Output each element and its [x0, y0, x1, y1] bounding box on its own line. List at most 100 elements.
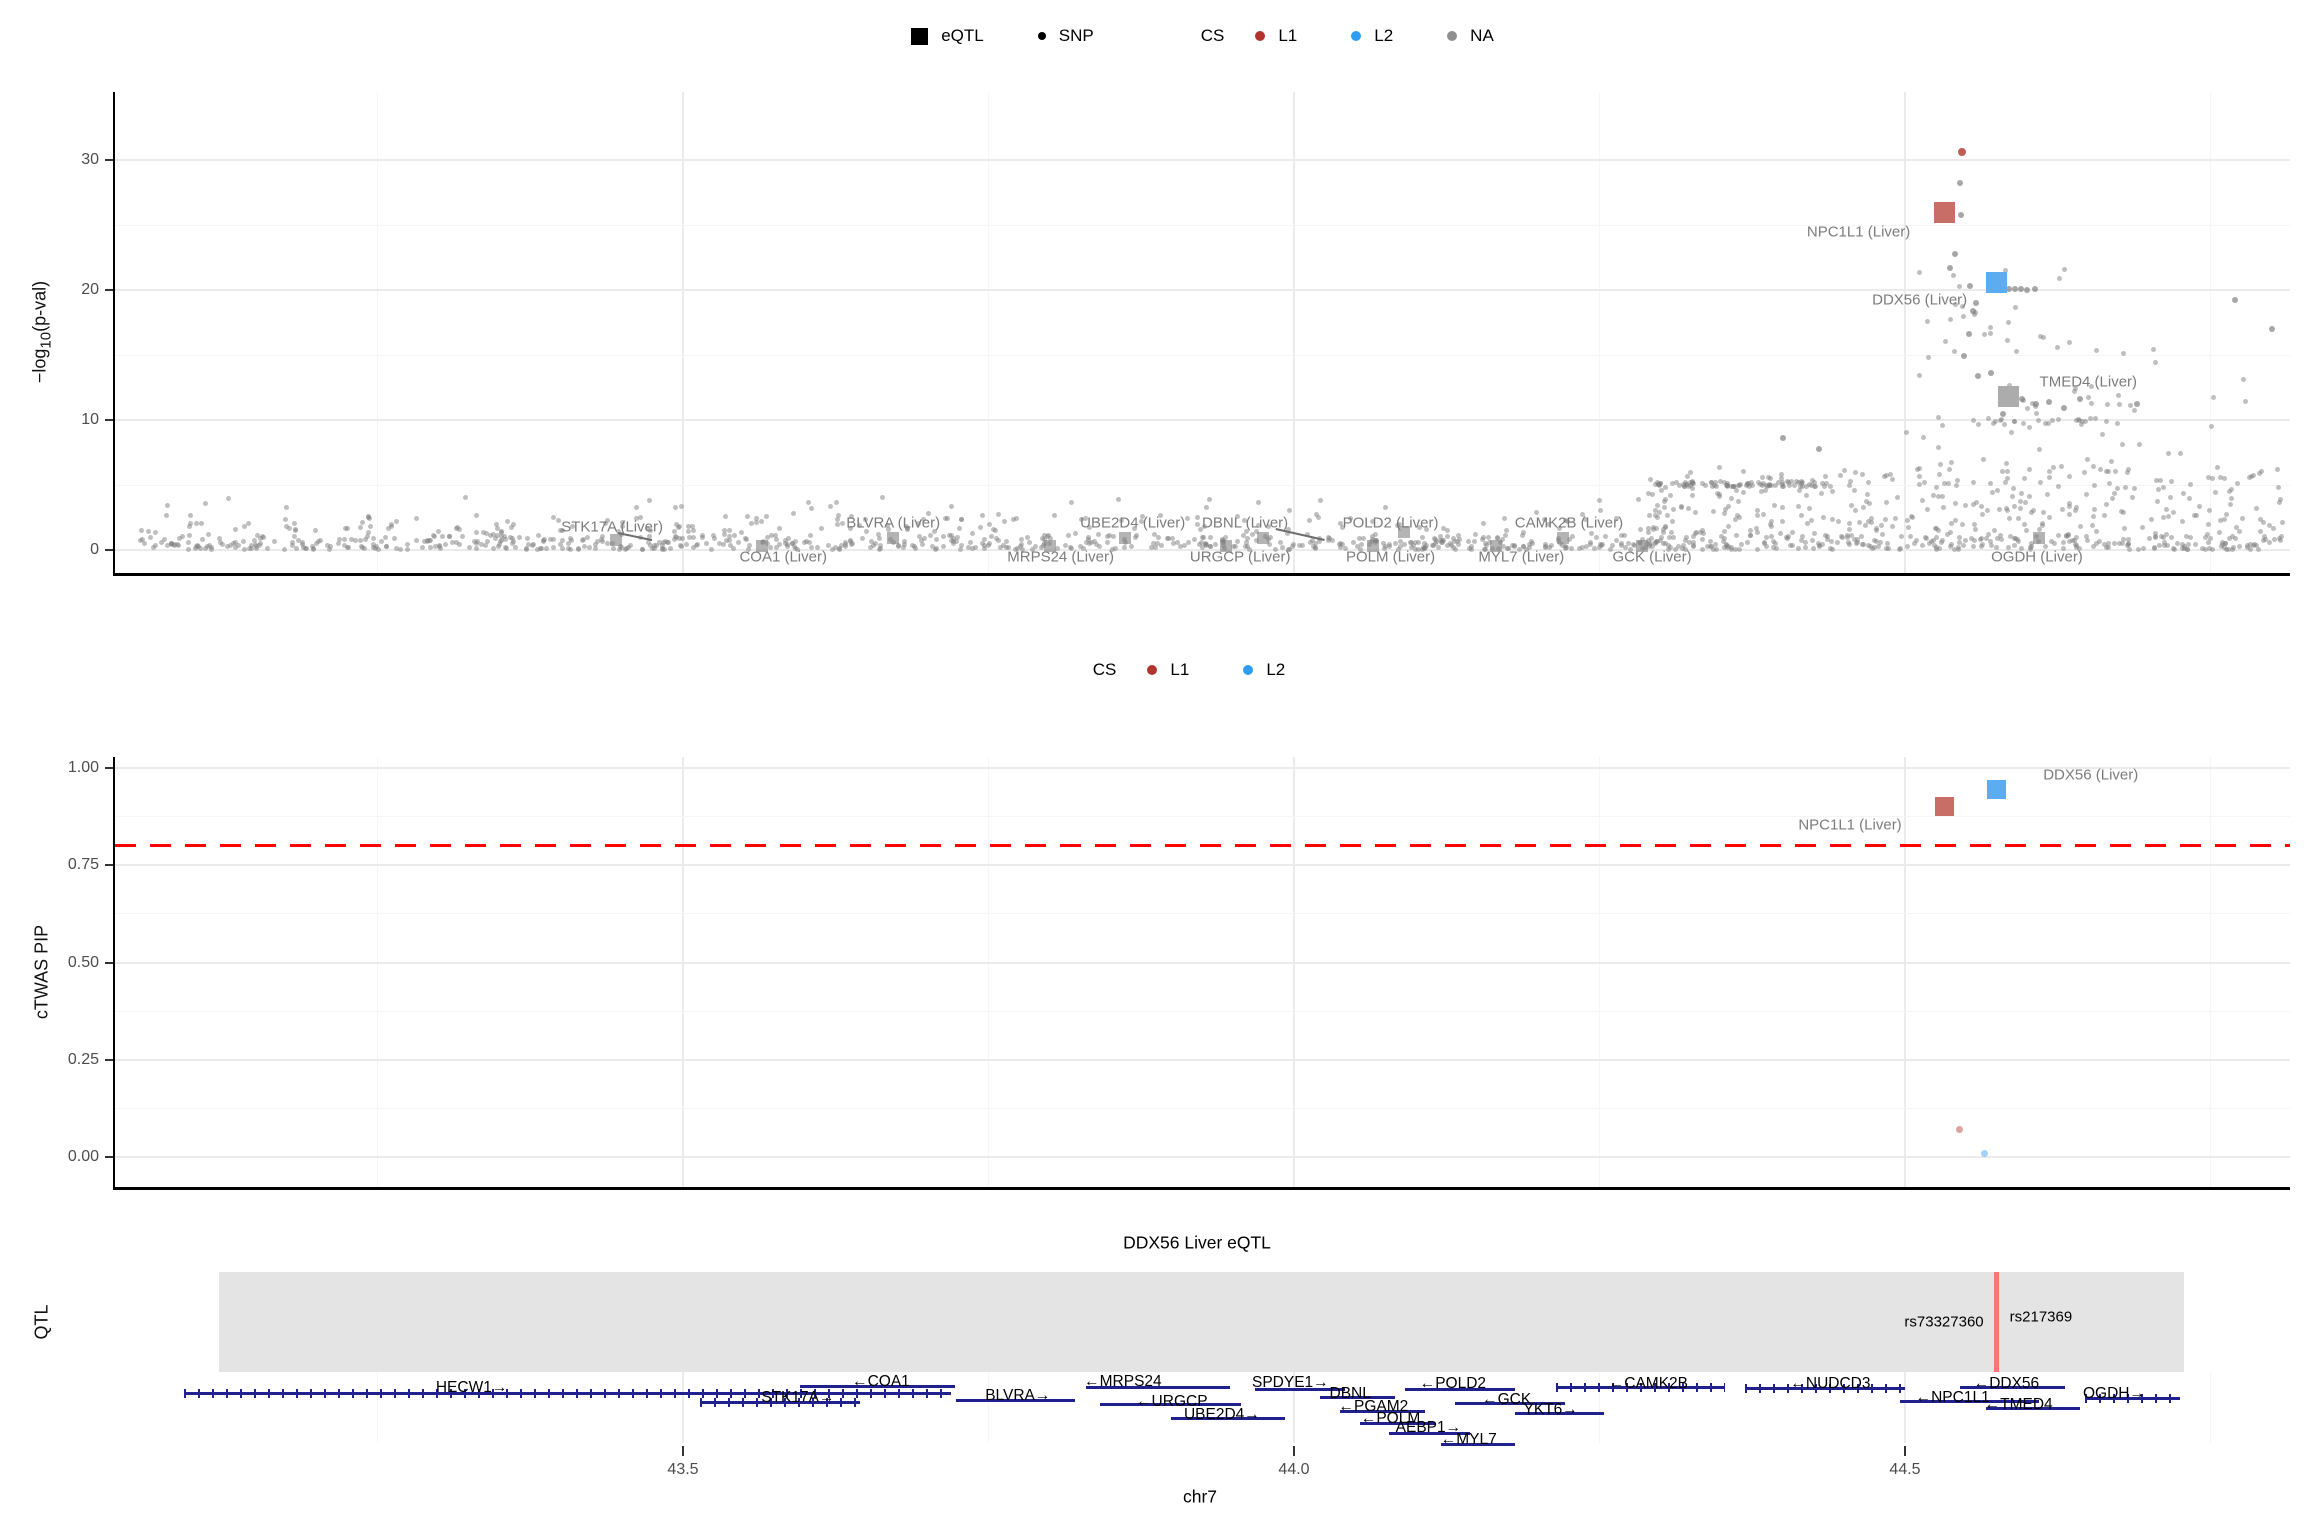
snp-point — [1646, 526, 1651, 531]
snp-point — [2243, 399, 2248, 404]
snp-point — [1300, 543, 1305, 548]
snp-point — [2235, 481, 2240, 486]
snp-point — [674, 535, 679, 540]
snp-point — [2119, 509, 2124, 514]
snp-point — [2121, 351, 2126, 356]
snp-point — [1797, 488, 1802, 493]
snp-point — [199, 521, 204, 526]
pip-square-npc1l1 — [1935, 797, 1954, 816]
snp-point — [700, 535, 705, 540]
snp-point — [1836, 519, 1841, 524]
snp-point — [1307, 518, 1312, 523]
snp-point — [474, 513, 479, 518]
snp-point — [1830, 517, 1835, 522]
snp-point — [1947, 467, 1952, 472]
snp-point — [2067, 512, 2072, 517]
snp-point — [2153, 360, 2158, 365]
snp-point — [556, 518, 561, 523]
snp-point — [739, 530, 744, 535]
snp-point — [2271, 526, 2276, 531]
snp-point — [1853, 470, 1858, 475]
cs-l1-swatch — [1147, 665, 1157, 675]
snp-point — [1004, 539, 1009, 544]
grid-major-v — [1293, 92, 1295, 573]
snp-point — [1828, 484, 1833, 489]
snp-point — [1963, 503, 1968, 508]
snp-point — [1773, 483, 1778, 488]
snp-point — [241, 539, 246, 544]
snp-point — [2151, 347, 2156, 352]
legend-item-eqtl: eQTL — [911, 26, 984, 46]
snp-point — [704, 541, 709, 546]
eqtl-square-dbnl — [1257, 532, 1269, 544]
snp-point — [2132, 408, 2137, 413]
snp-point — [316, 539, 321, 544]
snp-point — [1845, 535, 1850, 540]
snp-point — [835, 522, 840, 527]
gene-track-label-myl7: ←MYL7 — [1441, 1431, 1497, 1449]
snp-point — [2232, 297, 2238, 303]
snp-point — [2279, 534, 2284, 539]
grid-major-h — [115, 419, 2290, 421]
y-tick — [105, 549, 113, 551]
snp-point — [203, 501, 208, 506]
snp-point — [405, 542, 410, 547]
snp-point — [1717, 465, 1722, 470]
snp-point — [819, 526, 824, 531]
snp-point — [2056, 417, 2061, 422]
snp-point — [1393, 541, 1398, 546]
legend-item-snp: SNP — [1038, 26, 1094, 46]
snp-point — [1878, 540, 1883, 545]
snp-point — [808, 533, 813, 538]
snp-point — [1445, 534, 1450, 539]
snp-point — [505, 519, 510, 524]
snp-point — [164, 513, 169, 518]
gene-track-label-hecw1: HECW1→ — [436, 1379, 507, 1397]
manhattan-y-axis-title: −log10(p-val) — [30, 281, 55, 383]
snp-point — [2092, 507, 2097, 512]
grid-minor-h — [115, 225, 2290, 226]
snp-point — [1787, 483, 1792, 488]
snp-point — [568, 547, 573, 552]
snp-point — [1847, 521, 1852, 526]
snp-point — [1973, 527, 1978, 532]
y-tick-label: 1.00 — [68, 759, 99, 777]
snp-point — [2254, 506, 2259, 511]
grid-minor-h — [115, 913, 2290, 914]
snp-point — [648, 543, 653, 548]
snp-point — [1830, 489, 1835, 494]
snp-point — [828, 504, 833, 509]
snp-point — [2016, 516, 2021, 521]
snp-point — [1847, 527, 1852, 532]
y-tick — [105, 767, 113, 769]
snp-point — [1096, 532, 1101, 537]
snp-point — [493, 536, 498, 541]
legend-label-na: NA — [1470, 26, 1494, 46]
snp-point — [736, 540, 741, 545]
snp-point — [1069, 500, 1074, 505]
snp-point — [1598, 508, 1603, 513]
snp-point — [513, 545, 518, 550]
snp-point — [2155, 499, 2160, 504]
snp-point — [2091, 464, 2096, 469]
snp-point — [2094, 541, 2099, 546]
snp-point — [2034, 411, 2039, 416]
snp-point — [978, 525, 983, 530]
gene-label-coa1: COA1 (Liver) — [739, 549, 827, 566]
snp-point — [146, 529, 151, 534]
y-tick — [105, 289, 113, 291]
gene-track-label-ddx56: ←DDX56 — [1974, 1375, 2039, 1393]
snp-point — [2067, 340, 2072, 345]
snp-point — [1213, 542, 1218, 547]
snp-point — [2172, 547, 2177, 552]
gene-label-stk17a: STK17A (Liver) — [561, 519, 663, 536]
snp-point — [1717, 492, 1722, 497]
snp-point — [2137, 442, 2142, 447]
snp-point — [366, 530, 371, 535]
snp-point — [226, 496, 231, 501]
snp-point — [1842, 468, 1847, 473]
snp-point — [1722, 529, 1727, 534]
snp-point — [1874, 528, 1879, 533]
x-tick-label: 44.0 — [1278, 1461, 1309, 1479]
snp-point — [1861, 542, 1866, 547]
